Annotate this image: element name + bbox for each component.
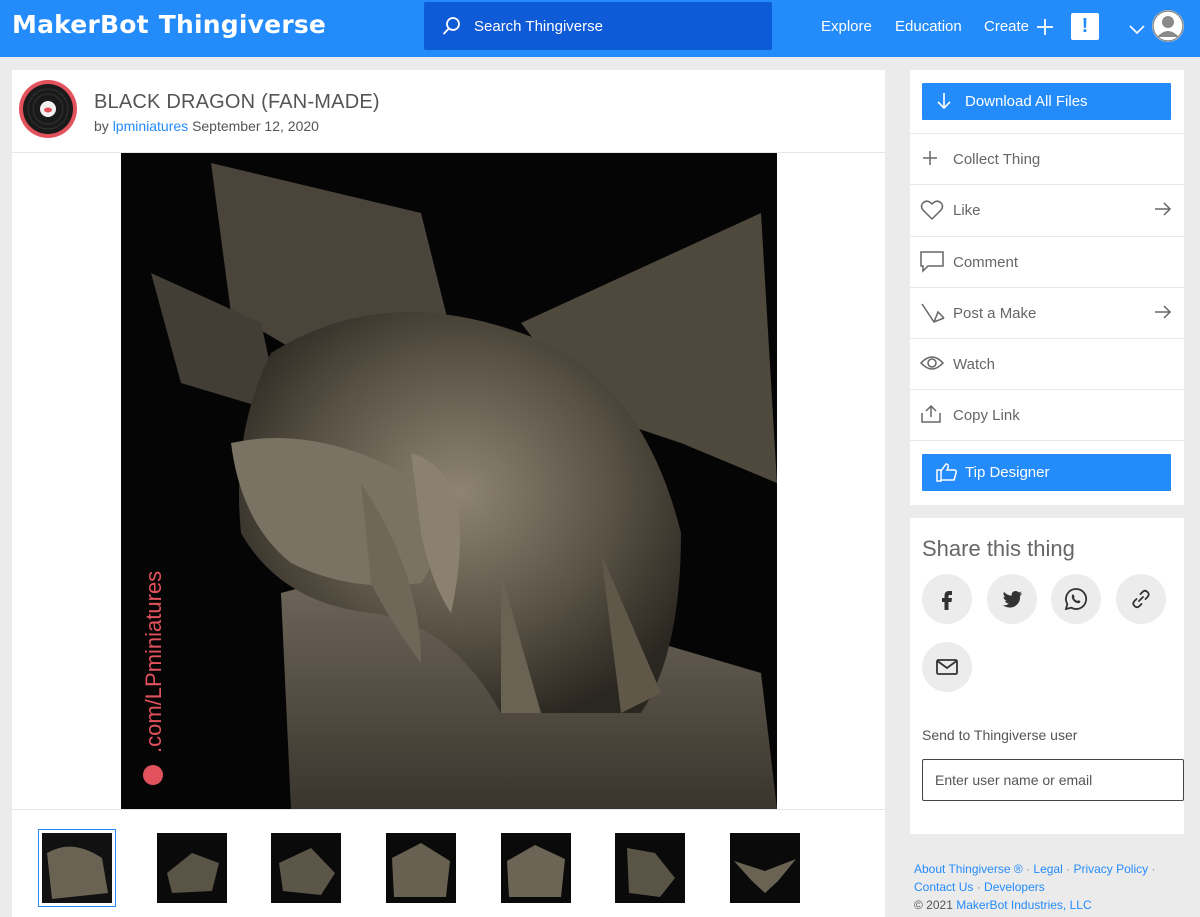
share-email-button[interactable]	[922, 642, 972, 692]
chevron-down-icon[interactable]	[1129, 22, 1145, 40]
like-action[interactable]: Like	[910, 184, 1184, 236]
divider	[910, 440, 1184, 441]
publish-date: September 12, 2020	[192, 118, 319, 134]
image-gallery: .com/LPminiatures	[12, 152, 885, 810]
by-label: by	[94, 118, 109, 134]
footer-developers-link[interactable]: Developers	[984, 880, 1045, 894]
share-upload-icon	[920, 404, 942, 429]
watch-action[interactable]: Watch	[910, 338, 1184, 390]
share-title: Share this thing	[922, 536, 1075, 561]
logo-thingiverse: Thingiverse	[158, 10, 327, 39]
footer-row-2: Contact Us · Developers	[914, 880, 1045, 894]
gallery-thumbnail-2[interactable]	[157, 833, 227, 903]
post-make-icon	[920, 302, 946, 331]
arrow-right-icon	[1154, 201, 1172, 222]
thing-main-card: BLACK DRAGON (FAN-MADE) by lpminiatures …	[12, 70, 885, 917]
top-nav-bar: MakerBot Thingiverse Search Thingiverse E…	[0, 0, 1200, 57]
share-facebook-button[interactable]	[922, 574, 972, 624]
copy-link-action[interactable]: Copy Link	[910, 389, 1184, 441]
post-make-label: Post a Make	[953, 305, 1037, 322]
image-watermark: .com/LPminiatures	[141, 571, 166, 753]
collect-label: Collect Thing	[953, 151, 1041, 168]
like-label: Like	[953, 202, 981, 219]
footer-contact-link[interactable]: Contact Us	[914, 880, 973, 894]
logo-makerbot: MakerBot	[12, 10, 149, 39]
user-avatar[interactable]	[1152, 10, 1184, 42]
share-whatsapp-button[interactable]	[1051, 574, 1101, 624]
plus-icon[interactable]	[1036, 18, 1054, 41]
comment-action[interactable]: Comment	[910, 236, 1184, 288]
footer-privacy-link[interactable]: Privacy Policy	[1073, 862, 1148, 876]
post-a-make-action[interactable]: Post a Make	[910, 287, 1184, 339]
search-bar[interactable]: Search Thingiverse	[424, 2, 772, 50]
share-panel: Share this thing Send to Thingiverse use…	[910, 518, 1184, 834]
tip-designer-label: Tip Designer	[965, 464, 1050, 481]
creator-link[interactable]: lpminiatures	[113, 118, 188, 134]
copy-link-label: Copy Link	[953, 407, 1020, 424]
whatsapp-icon	[1064, 588, 1088, 611]
main-image-dragon-miniature[interactable]: .com/LPminiatures	[121, 153, 777, 809]
search-placeholder: Search Thingiverse	[474, 18, 603, 35]
thing-byline: by lpminiatures September 12, 2020	[94, 118, 319, 134]
collect-thing-action[interactable]: Collect Thing	[910, 133, 1184, 185]
comment-label: Comment	[953, 254, 1019, 271]
footer-links: About Thingiverse ® · Legal · Privacy Po…	[914, 860, 1194, 914]
download-arrow-icon	[936, 92, 952, 114]
footer-legal-link[interactable]: Legal	[1033, 862, 1062, 876]
link-icon	[1132, 589, 1150, 609]
arrow-right-icon	[1154, 304, 1172, 325]
footer-row-3: © 2021 MakerBot Industries, LLC	[914, 896, 1194, 914]
download-all-files-button[interactable]: Download All Files	[922, 83, 1171, 120]
notification-alert-button[interactable]: !	[1071, 13, 1099, 40]
gallery-thumbnail-1[interactable]	[38, 829, 116, 907]
footer-row-1: About Thingiverse ® · Legal · Privacy Po…	[914, 862, 1156, 876]
creator-avatar[interactable]	[19, 80, 77, 138]
nav-education[interactable]: Education	[895, 18, 962, 35]
makerbot-thingiverse-logo[interactable]: MakerBot Thingiverse	[12, 10, 326, 39]
copyright-text: © 2021	[914, 898, 953, 912]
nav-create[interactable]: Create	[984, 18, 1029, 35]
gallery-thumbnail-3[interactable]	[271, 833, 341, 903]
download-label: Download All Files	[965, 93, 1088, 110]
footer-company-link[interactable]: MakerBot Industries, LLC	[956, 898, 1091, 912]
thing-title: BLACK DRAGON (FAN-MADE)	[94, 91, 380, 113]
plus-icon	[920, 148, 940, 173]
eye-icon	[919, 353, 945, 378]
footer-about-link[interactable]: About Thingiverse	[914, 862, 1011, 876]
facebook-icon	[942, 591, 952, 610]
gallery-thumbnail-7[interactable]	[730, 833, 800, 903]
watch-label: Watch	[953, 356, 995, 373]
registered-icon: ®	[1013, 862, 1023, 876]
gallery-thumbnail-6[interactable]	[615, 833, 685, 903]
email-icon	[936, 659, 958, 675]
nav-explore[interactable]: Explore	[821, 18, 872, 35]
heart-icon	[920, 199, 944, 226]
tip-designer-button[interactable]: Tip Designer	[922, 454, 1171, 491]
thing-actions-panel: Download All Files Collect Thing Like Co…	[910, 70, 1184, 505]
gallery-thumbnail-4[interactable]	[386, 833, 456, 903]
share-link-button[interactable]	[1116, 574, 1166, 624]
search-icon	[442, 16, 462, 41]
thumbs-up-icon	[936, 462, 958, 486]
send-to-user-input[interactable]	[922, 759, 1184, 801]
share-twitter-button[interactable]	[987, 574, 1037, 624]
comment-icon	[920, 251, 944, 278]
twitter-icon	[1002, 591, 1022, 608]
gallery-thumbnail-5[interactable]	[501, 833, 571, 903]
send-to-user-label: Send to Thingiverse user	[922, 727, 1078, 743]
